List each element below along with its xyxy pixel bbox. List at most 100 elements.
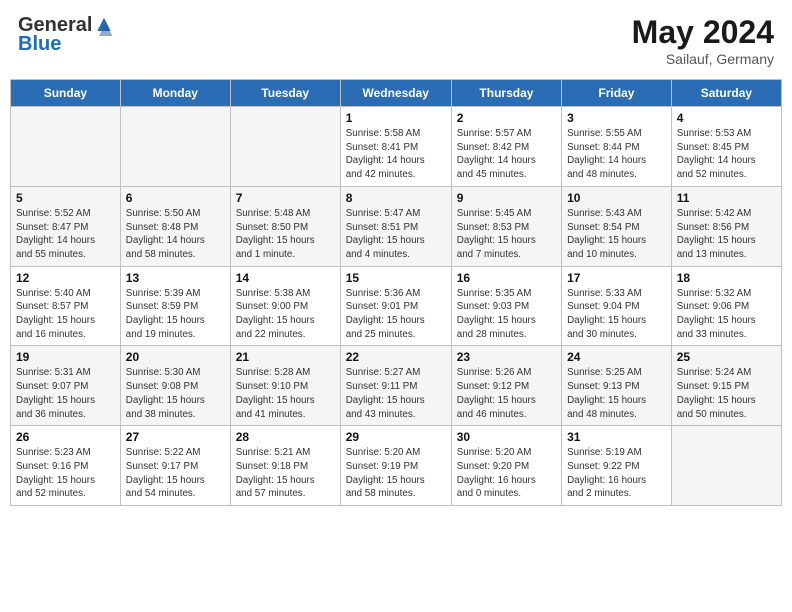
day-number: 24: [567, 350, 666, 364]
day-number: 16: [457, 271, 556, 285]
day-info: Sunrise: 5:19 AM Sunset: 9:22 PM Dayligh…: [567, 446, 666, 501]
day-info: Sunrise: 5:57 AM Sunset: 8:42 PM Dayligh…: [457, 127, 556, 182]
calendar-week-4: 19Sunrise: 5:31 AM Sunset: 9:07 PM Dayli…: [11, 346, 782, 426]
calendar-cell: 9Sunrise: 5:45 AM Sunset: 8:53 PM Daylig…: [451, 186, 561, 266]
day-info: Sunrise: 5:26 AM Sunset: 9:12 PM Dayligh…: [457, 366, 556, 421]
day-info: Sunrise: 5:31 AM Sunset: 9:07 PM Dayligh…: [16, 366, 115, 421]
day-info: Sunrise: 5:33 AM Sunset: 9:04 PM Dayligh…: [567, 287, 666, 342]
calendar-cell: 1 Sunrise: 5:58 AM Sunset: 8:41 PM Daylig…: [340, 107, 451, 187]
day-info: Sunrise: 5:43 AM Sunset: 8:54 PM Dayligh…: [567, 207, 666, 262]
calendar-cell: 19Sunrise: 5:31 AM Sunset: 9:07 PM Dayli…: [11, 346, 121, 426]
day-info: Sunrise: 5:20 AM Sunset: 9:19 PM Dayligh…: [346, 446, 446, 501]
day-info: Sunrise: 5:38 AM Sunset: 9:00 PM Dayligh…: [236, 287, 335, 342]
calendar-cell: 26 Sunrise: 5:23 AM Sunset: 9:16 PM Dayli…: [11, 426, 121, 506]
day-info: Sunrise: 5:45 AM Sunset: 8:53 PM Dayligh…: [457, 207, 556, 262]
day-number: 27: [126, 430, 225, 444]
calendar-cell: 22 Sunrise: 5:27 AM Sunset: 9:11 PM Dayli…: [340, 346, 451, 426]
calendar-cell: 7Sunrise: 5:48 AM Sunset: 8:50 PM Daylig…: [230, 186, 340, 266]
calendar-cell: 10 Sunrise: 5:43 AM Sunset: 8:54 PM Dayli…: [562, 186, 672, 266]
day-number: 12: [16, 271, 115, 285]
day-number: 23: [457, 350, 556, 364]
calendar-cell: 30Sunrise: 5:20 AM Sunset: 9:20 PM Dayli…: [451, 426, 561, 506]
calendar-cell: [11, 107, 121, 187]
day-number: 21: [236, 350, 335, 364]
weekday-header-friday: Friday: [562, 80, 672, 107]
day-number: 17: [567, 271, 666, 285]
day-info: Sunrise: 5:35 AM Sunset: 9:03 PM Dayligh…: [457, 287, 556, 342]
day-info: Sunrise: 5:40 AM Sunset: 8:57 PM Dayligh…: [16, 287, 115, 342]
calendar-cell: 14 Sunrise: 5:38 AM Sunset: 9:00 PM Dayli…: [230, 266, 340, 346]
calendar-cell: 28 Sunrise: 5:21 AM Sunset: 9:18 PM Dayli…: [230, 426, 340, 506]
calendar-cell: 8 Sunrise: 5:47 AM Sunset: 8:51 PM Daylig…: [340, 186, 451, 266]
day-info: Sunrise: 5:28 AM Sunset: 9:10 PM Dayligh…: [236, 366, 335, 421]
day-number: 10: [567, 191, 666, 205]
weekday-header-monday: Monday: [120, 80, 230, 107]
calendar-cell: [230, 107, 340, 187]
calendar-cell: 2 Sunrise: 5:57 AM Sunset: 8:42 PM Daylig…: [451, 107, 561, 187]
day-info: Sunrise: 5:50 AM Sunset: 8:48 PM Dayligh…: [126, 207, 225, 262]
day-number: 31: [567, 430, 666, 444]
calendar-cell: 15Sunrise: 5:36 AM Sunset: 9:01 PM Dayli…: [340, 266, 451, 346]
calendar-week-1: 1 Sunrise: 5:58 AM Sunset: 8:41 PM Daylig…: [11, 107, 782, 187]
calendar-cell: 17 Sunrise: 5:33 AM Sunset: 9:04 PM Dayli…: [562, 266, 672, 346]
day-number: 8: [346, 191, 446, 205]
calendar-cell: 13Sunrise: 5:39 AM Sunset: 8:59 PM Dayli…: [120, 266, 230, 346]
calendar-cell: 5Sunrise: 5:52 AM Sunset: 8:47 PM Daylig…: [11, 186, 121, 266]
day-number: 25: [677, 350, 776, 364]
calendar-cell: 23 Sunrise: 5:26 AM Sunset: 9:12 PM Dayli…: [451, 346, 561, 426]
day-info: Sunrise: 5:42 AM Sunset: 8:56 PM Dayligh…: [677, 207, 776, 262]
calendar-cell: 31 Sunrise: 5:19 AM Sunset: 9:22 PM Dayli…: [562, 426, 672, 506]
calendar-cell: 3 Sunrise: 5:55 AM Sunset: 8:44 PM Daylig…: [562, 107, 672, 187]
calendar-cell: 21 Sunrise: 5:28 AM Sunset: 9:10 PM Dayli…: [230, 346, 340, 426]
calendar-table: SundayMondayTuesdayWednesdayThursdayFrid…: [10, 79, 782, 506]
day-number: 4: [677, 111, 776, 125]
calendar-cell: 11 Sunrise: 5:42 AM Sunset: 8:56 PM Dayli…: [671, 186, 781, 266]
day-number: 30: [457, 430, 556, 444]
calendar-cell: [120, 107, 230, 187]
logo: General Blue: [18, 14, 114, 56]
day-info: Sunrise: 5:32 AM Sunset: 9:06 PM Dayligh…: [677, 287, 776, 342]
calendar-header-row: SundayMondayTuesdayWednesdayThursdayFrid…: [11, 80, 782, 107]
day-info: Sunrise: 5:53 AM Sunset: 8:45 PM Dayligh…: [677, 127, 776, 182]
day-info: Sunrise: 5:24 AM Sunset: 9:15 PM Dayligh…: [677, 366, 776, 421]
day-number: 2: [457, 111, 556, 125]
month-title: May 2024: [632, 14, 774, 51]
day-info: Sunrise: 5:23 AM Sunset: 9:16 PM Dayligh…: [16, 446, 115, 501]
day-info: Sunrise: 5:39 AM Sunset: 8:59 PM Dayligh…: [126, 287, 225, 342]
day-info: Sunrise: 5:25 AM Sunset: 9:13 PM Dayligh…: [567, 366, 666, 421]
day-info: Sunrise: 5:47 AM Sunset: 8:51 PM Dayligh…: [346, 207, 446, 262]
day-number: 3: [567, 111, 666, 125]
location-subtitle: Sailauf, Germany: [632, 51, 774, 67]
calendar-cell: 20Sunrise: 5:30 AM Sunset: 9:08 PM Dayli…: [120, 346, 230, 426]
calendar-cell: 4 Sunrise: 5:53 AM Sunset: 8:45 PM Daylig…: [671, 107, 781, 187]
calendar-week-2: 5Sunrise: 5:52 AM Sunset: 8:47 PM Daylig…: [11, 186, 782, 266]
day-number: 14: [236, 271, 335, 285]
day-info: Sunrise: 5:22 AM Sunset: 9:17 PM Dayligh…: [126, 446, 225, 501]
day-number: 20: [126, 350, 225, 364]
calendar-cell: 6Sunrise: 5:50 AM Sunset: 8:48 PM Daylig…: [120, 186, 230, 266]
weekday-header-tuesday: Tuesday: [230, 80, 340, 107]
calendar-cell: 29Sunrise: 5:20 AM Sunset: 9:19 PM Dayli…: [340, 426, 451, 506]
day-info: Sunrise: 5:27 AM Sunset: 9:11 PM Dayligh…: [346, 366, 446, 421]
weekday-header-thursday: Thursday: [451, 80, 561, 107]
title-block: May 2024 Sailauf, Germany: [632, 14, 774, 67]
day-info: Sunrise: 5:58 AM Sunset: 8:41 PM Dayligh…: [346, 127, 446, 182]
day-number: 1: [346, 111, 446, 125]
day-number: 11: [677, 191, 776, 205]
calendar-cell: [671, 426, 781, 506]
day-info: Sunrise: 5:52 AM Sunset: 8:47 PM Dayligh…: [16, 207, 115, 262]
calendar-cell: 18 Sunrise: 5:32 AM Sunset: 9:06 PM Dayli…: [671, 266, 781, 346]
day-number: 22: [346, 350, 446, 364]
day-info: Sunrise: 5:55 AM Sunset: 8:44 PM Dayligh…: [567, 127, 666, 182]
day-info: Sunrise: 5:36 AM Sunset: 9:01 PM Dayligh…: [346, 287, 446, 342]
calendar-cell: 27 Sunrise: 5:22 AM Sunset: 9:17 PM Dayli…: [120, 426, 230, 506]
day-info: Sunrise: 5:21 AM Sunset: 9:18 PM Dayligh…: [236, 446, 335, 501]
calendar-cell: 12 Sunrise: 5:40 AM Sunset: 8:57 PM Dayli…: [11, 266, 121, 346]
day-number: 18: [677, 271, 776, 285]
logo-icon: [94, 16, 114, 36]
day-number: 28: [236, 430, 335, 444]
calendar-cell: 24 Sunrise: 5:25 AM Sunset: 9:13 PM Dayli…: [562, 346, 672, 426]
weekday-header-sunday: Sunday: [11, 80, 121, 107]
weekday-header-wednesday: Wednesday: [340, 80, 451, 107]
day-number: 26: [16, 430, 115, 444]
